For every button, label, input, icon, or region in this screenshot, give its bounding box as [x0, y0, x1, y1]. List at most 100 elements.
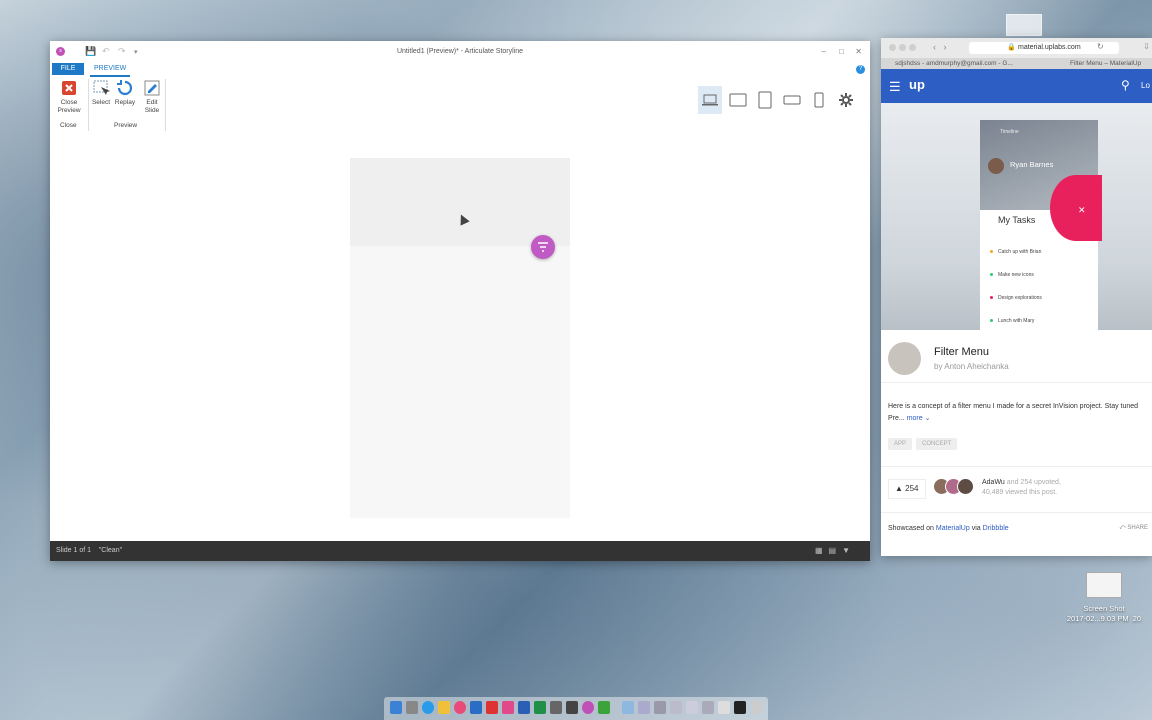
- menu-icon[interactable]: ☰: [889, 79, 901, 95]
- share-button[interactable]: ⤺ SHARE: [1119, 525, 1148, 532]
- shot-image: Timeline Ryan Barnes ✕ My Tasks Catch up…: [980, 120, 1102, 330]
- view-toggles: ▦▤▼: [815, 546, 856, 555]
- shot-filter-menu: ✕: [1050, 175, 1102, 241]
- app-icon[interactable]: [638, 701, 650, 714]
- finder-icon[interactable]: [390, 701, 402, 714]
- close-icon[interactable]: ✕: [855, 47, 862, 56]
- app-icon[interactable]: [702, 701, 714, 714]
- tab-file[interactable]: FILE: [52, 63, 84, 75]
- description-prefix: Pre...: [888, 415, 905, 422]
- layout-name: "Clean": [98, 547, 123, 554]
- app-icon[interactable]: [550, 701, 562, 714]
- chevron-down-icon[interactable]: ⌄: [925, 415, 931, 422]
- search-icon[interactable]: ⚲: [1121, 78, 1130, 92]
- app-icon[interactable]: [718, 701, 730, 714]
- uplabs-logo[interactable]: up: [909, 77, 925, 92]
- shot-preview[interactable]: Timeline Ryan Barnes ✕ My Tasks Catch up…: [881, 103, 1152, 330]
- upvote-summary: AdaWu and 254 upvoted, 40,489 viewed this…: [982, 478, 1061, 498]
- status-bar: Slide 1 of 1 "Clean" ▦▤▼: [50, 541, 870, 561]
- login-link[interactable]: Lo: [1141, 81, 1150, 90]
- gear-icon[interactable]: [834, 86, 858, 114]
- app-icon[interactable]: [566, 701, 578, 714]
- phone-landscape-icon[interactable]: [780, 86, 804, 114]
- screenshot-desktop-icon[interactable]: Screen Shot 2017-02...9.03 PM 20: [1056, 572, 1152, 624]
- showcased-prefix: Showcased on: [888, 525, 934, 532]
- edit-slide-label: Edit Slide: [144, 99, 160, 114]
- shot-task: Design explorations: [990, 295, 1042, 301]
- tab-gmail[interactable]: sdjshdss - amdmurphy@gmail.com - G...: [895, 60, 1013, 67]
- upvoter-name[interactable]: AdaWu: [982, 479, 1005, 486]
- post-author[interactable]: by Anton Aheichanka: [934, 362, 1009, 371]
- tablet-portrait-icon[interactable]: [753, 86, 777, 114]
- more-link[interactable]: more: [907, 415, 923, 422]
- tag-app[interactable]: APP: [888, 438, 913, 450]
- close-preview-label: Close Preview: [57, 99, 81, 114]
- app-icon[interactable]: [670, 701, 682, 714]
- tab-filter-menu[interactable]: Filter Menu – MaterialUp: [1070, 60, 1141, 67]
- word-icon[interactable]: [518, 701, 530, 714]
- window-controls: [889, 44, 919, 53]
- storyline-dock-icon[interactable]: [582, 701, 594, 714]
- forward-icon[interactable]: ›: [944, 42, 947, 52]
- replay-label: Replay: [114, 99, 136, 106]
- launchpad-icon[interactable]: [406, 701, 418, 714]
- shot-heading: My Tasks: [998, 215, 1036, 225]
- help-icon[interactable]: ?: [856, 65, 865, 74]
- app-icon[interactable]: [654, 701, 666, 714]
- shot-task: Lunch with Mary: [990, 318, 1034, 324]
- minimize-dot[interactable]: [899, 44, 906, 51]
- terminal-icon[interactable]: [734, 701, 746, 714]
- app-icon[interactable]: [686, 701, 698, 714]
- grid-view-icon[interactable]: ▦: [815, 546, 829, 555]
- replay-icon: [117, 80, 133, 96]
- device-preview-switcher: [698, 86, 858, 114]
- minimize-icon[interactable]: –: [822, 47, 826, 56]
- app-icon[interactable]: [470, 701, 482, 714]
- via-text: via: [971, 525, 981, 532]
- vote-count: 254: [905, 484, 919, 493]
- shot-task-label: Lunch with Mary: [998, 318, 1035, 324]
- shot-task-label: Design explorations: [998, 295, 1042, 301]
- upvote-button[interactable]: ▲ 254: [888, 479, 926, 499]
- edit-slide-button[interactable]: Edit Slide: [140, 79, 164, 115]
- ribbon: Close Preview Close Select Replay Edit S…: [50, 75, 870, 133]
- ribbon-tabs: FILE PREVIEW ?: [50, 63, 870, 77]
- replay-button[interactable]: Replay: [114, 79, 136, 107]
- laptop-icon[interactable]: [698, 86, 722, 114]
- shot-avatar: [988, 158, 1004, 174]
- filter-view-icon[interactable]: ▼: [842, 546, 856, 555]
- back-icon[interactable]: ‹: [933, 42, 936, 52]
- folder-icon[interactable]: [622, 701, 634, 714]
- select-button[interactable]: Select: [90, 79, 112, 107]
- app-icon[interactable]: [486, 701, 498, 714]
- close-preview-button[interactable]: Close Preview: [54, 79, 84, 115]
- upvote-text: and 254 upvoted,: [1006, 479, 1061, 486]
- tablet-landscape-icon[interactable]: [726, 86, 750, 114]
- excel-icon[interactable]: [534, 701, 546, 714]
- maximize-icon[interactable]: □: [839, 47, 844, 56]
- desktop-file-thumbnail[interactable]: [1006, 14, 1042, 36]
- author-avatar[interactable]: [888, 342, 921, 375]
- filter-icon[interactable]: [531, 235, 555, 259]
- browser-toolbar: ‹ › 🔒 material.uplabs.com ↻ ⇩: [881, 38, 1152, 58]
- download-icon[interactable]: ⇩: [1143, 42, 1150, 51]
- itunes-icon[interactable]: [454, 701, 466, 714]
- phone-portrait-icon[interactable]: [807, 86, 831, 114]
- slide-canvas[interactable]: [350, 158, 570, 518]
- dock: [384, 697, 768, 720]
- tag-concept[interactable]: CONCEPT: [916, 438, 958, 450]
- status-left: Slide 1 of 1 "Clean": [56, 547, 122, 554]
- trash-icon[interactable]: [752, 701, 762, 714]
- materialup-link[interactable]: MaterialUp: [936, 525, 970, 532]
- close-dot[interactable]: [889, 44, 896, 51]
- zoom-dot[interactable]: [909, 44, 916, 51]
- app-icon[interactable]: [598, 701, 610, 714]
- reload-icon[interactable]: ↻: [1097, 42, 1104, 51]
- browser-window: ‹ › 🔒 material.uplabs.com ↻ ⇩ sdjshdss -…: [881, 38, 1152, 556]
- dribbble-link[interactable]: Dribbble: [983, 525, 1009, 532]
- notes-icon[interactable]: [438, 701, 450, 714]
- safari-icon[interactable]: [422, 701, 434, 714]
- app-icon[interactable]: [502, 701, 514, 714]
- list-view-icon[interactable]: ▤: [829, 546, 843, 555]
- slide-header-area: [350, 158, 570, 246]
